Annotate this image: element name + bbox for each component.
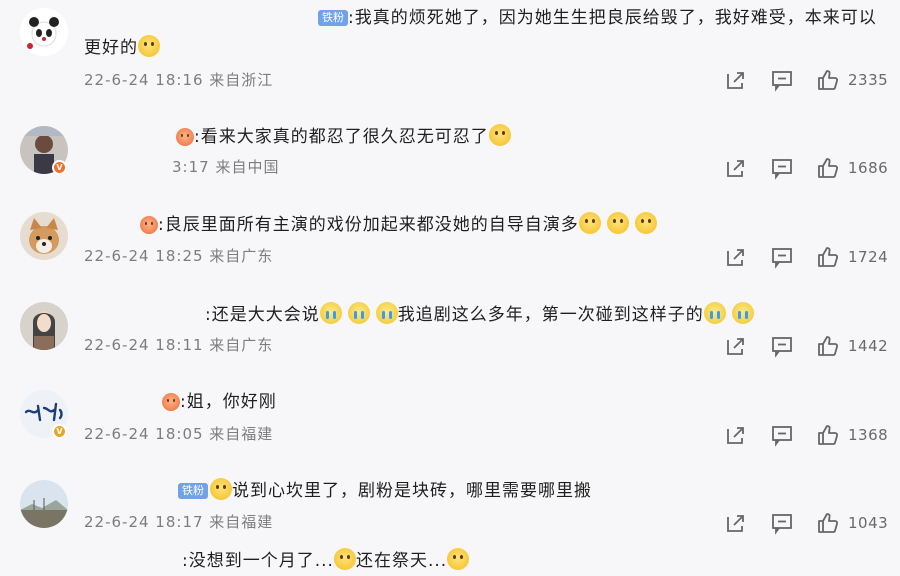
like-count: 1368 [848,426,889,444]
comment-meta: 3:17 来自中国 [172,158,280,176]
comment-text: :还是大大会说 我追剧这么多年，第一次碰到这样子的 [205,302,754,327]
thumbs-up-icon[interactable] [816,423,840,447]
like-count: 1442 [848,337,889,355]
panda-avatar-icon [20,8,68,56]
verified-badge: V [52,424,67,439]
comment-item: 铁粉 说到心坎里了，剧粉是块砖，哪里需要哪里搬 22-6-24 18:17 来自福… [0,460,900,550]
comment-actions: 1724 [724,245,894,269]
comment-icon[interactable] [770,156,794,180]
comment-text: :姐，你好刚 [162,390,277,414]
comment-text: :良辰里面所有主演的戏份加起来都没她的自导自演多 [140,212,657,237]
like-count: 1686 [848,159,889,177]
comment-text: 铁粉 说到心坎里了，剧粉是块砖，哪里需要哪里搬 [178,478,592,503]
thumbs-up-icon[interactable] [816,334,840,358]
like-count: 2335 [848,71,889,89]
user-avatar[interactable] [20,302,68,350]
share-icon[interactable] [724,68,748,92]
comment-item: :没想到一个月了... 还在祭天... [0,540,900,576]
like-count: 1724 [848,248,889,266]
comment-text: :没想到一个月了... 还在祭天... [182,548,470,573]
fan-badge: 铁粉 [318,10,348,26]
share-icon[interactable] [724,245,748,269]
comment-meta: 22-6-24 18:05 来自福建 [84,425,274,443]
user-badge-icon [162,393,180,411]
smile-emoji-icon [578,212,601,234]
fan-badge: 铁粉 [178,483,208,499]
smile-emoji-icon [447,548,470,570]
comment-meta: 22-6-24 18:16 来自浙江 [84,71,274,89]
comment-actions: 2335 [724,68,894,92]
thumbs-up-icon[interactable] [816,245,840,269]
comment-icon[interactable] [770,245,794,269]
user-avatar[interactable] [20,212,68,260]
comment-item: :还是大大会说 我追剧这么多年，第一次碰到这样子的 22-6-24 18:11 来… [0,280,900,370]
comment-item: V :姐，你好刚 22-6-24 18:05 来自福建 1368 [0,370,900,460]
landscape-avatar-icon [20,480,68,528]
like-count: 1043 [848,514,889,532]
comment-item: :良辰里面所有主演的戏份加起来都没她的自导自演多 22-6-24 18:25 来… [0,190,900,280]
comment-text-continued: 更好的 [84,35,160,60]
comment-actions: 1686 [724,156,894,180]
comment-actions: 1043 [724,511,894,535]
comment-icon[interactable] [770,68,794,92]
comment-text: 铁粉:我真的烦死她了，因为她生生把良辰给毁了，我好难受，本来可以 [318,6,877,30]
comment-item: V :看来大家真的都忍了很久忍无可忍了 3:17 来自中国 1686 [0,100,900,190]
comment-meta: 22-6-24 18:17 来自福建 [84,513,274,531]
share-icon[interactable] [724,511,748,535]
portrait-avatar-icon [20,302,68,350]
comment-icon[interactable] [770,423,794,447]
user-badge-icon [140,216,158,234]
laughing-emoji-icon [210,478,232,500]
crying-emoji-icon [319,302,342,324]
share-icon[interactable] [724,334,748,358]
thumbs-up-icon[interactable] [816,511,840,535]
user-badge-icon [176,128,194,146]
smile-emoji-icon [333,548,356,570]
smile-emoji-icon [488,124,511,146]
smile-emoji-icon [606,212,629,234]
crying-emoji-icon [375,302,398,324]
comment-text: :看来大家真的都忍了很久忍无可忍了 [176,124,511,149]
comment-icon[interactable] [770,334,794,358]
comment-item: 铁粉:我真的烦死她了，因为她生生把良辰给毁了，我好难受，本来可以 更好的 22-… [0,0,900,100]
verified-badge: V [52,160,67,175]
comment-icon[interactable] [770,511,794,535]
thumbs-up-icon[interactable] [816,156,840,180]
comment-meta: 22-6-24 18:11 来自广东 [84,336,274,354]
user-avatar[interactable] [20,480,68,528]
smile-emoji-icon [138,35,160,57]
comment-actions: 1368 [724,423,894,447]
comment-meta: 22-6-24 18:25 来自广东 [84,247,274,265]
dog-avatar-icon [20,212,68,260]
comment-actions: 1442 [724,334,894,358]
crying-emoji-icon [347,302,370,324]
thumbs-up-icon[interactable] [816,68,840,92]
smile-emoji-icon [634,212,657,234]
share-icon[interactable] [724,423,748,447]
user-avatar[interactable] [20,8,68,56]
crying-emoji-icon [703,302,726,324]
crying-emoji-icon [731,302,754,324]
share-icon[interactable] [724,156,748,180]
